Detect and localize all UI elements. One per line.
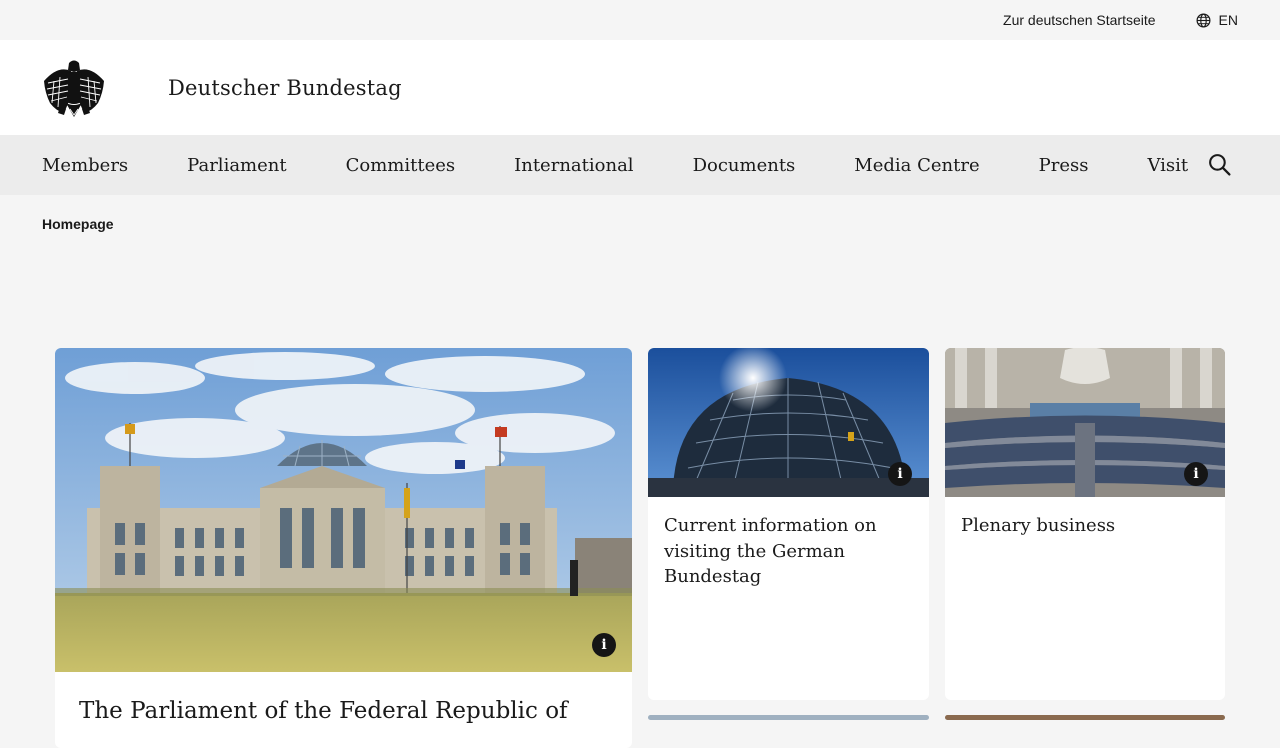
image-info-button[interactable]: i <box>1184 462 1208 486</box>
breadcrumb-current[interactable]: Homepage <box>42 216 114 232</box>
site-title: Deutscher Bundestag <box>168 75 402 100</box>
nav-item-press[interactable]: Press <box>1039 155 1089 176</box>
reichstag-dome-photo: i <box>648 348 929 497</box>
nav-item-committees[interactable]: Committees <box>346 155 456 176</box>
card-title[interactable]: Plenary business <box>945 497 1225 539</box>
image-info-button[interactable]: i <box>592 633 616 657</box>
reichstag-building-photo: i <box>55 348 632 672</box>
german-homepage-link[interactable]: Zur deutschen Startseite <box>1003 12 1156 28</box>
card-title[interactable]: Current information on visiting the Germ… <box>648 497 929 590</box>
nav-item-members[interactable]: Members <box>42 155 128 176</box>
main-navigation: Members Parliament Committees Internatio… <box>0 135 1280 195</box>
bundestag-eagle-logo[interactable] <box>42 59 106 117</box>
nav-item-visit[interactable]: Visit <box>1147 155 1188 176</box>
feature-card-parliament[interactable]: i The Parliament of the Federal Republic… <box>55 348 632 748</box>
plenary-chamber-photo: i <box>945 348 1225 497</box>
breadcrumb: Homepage <box>42 216 114 232</box>
card-plenary-business[interactable]: i Plenary business <box>945 348 1225 700</box>
language-label: EN <box>1218 12 1238 28</box>
card-next-row-left[interactable] <box>648 715 929 720</box>
nav-item-parliament[interactable]: Parliament <box>187 155 286 176</box>
globe-icon <box>1196 13 1211 28</box>
nav-item-documents[interactable]: Documents <box>693 155 796 176</box>
card-next-row-right[interactable] <box>945 715 1225 720</box>
nav-item-media-centre[interactable]: Media Centre <box>854 155 979 176</box>
language-switcher[interactable]: EN <box>1196 12 1238 28</box>
feature-card-title[interactable]: The Parliament of the Federal Republic o… <box>79 698 568 724</box>
utility-bar: Zur deutschen Startseite EN <box>0 0 1280 40</box>
card-visiting-info[interactable]: i Current information on visiting the Ge… <box>648 348 929 700</box>
site-header: Deutscher Bundestag <box>0 40 1280 135</box>
nav-item-international[interactable]: International <box>514 155 633 176</box>
search-icon[interactable] <box>1207 152 1232 182</box>
image-info-button[interactable]: i <box>888 462 912 486</box>
